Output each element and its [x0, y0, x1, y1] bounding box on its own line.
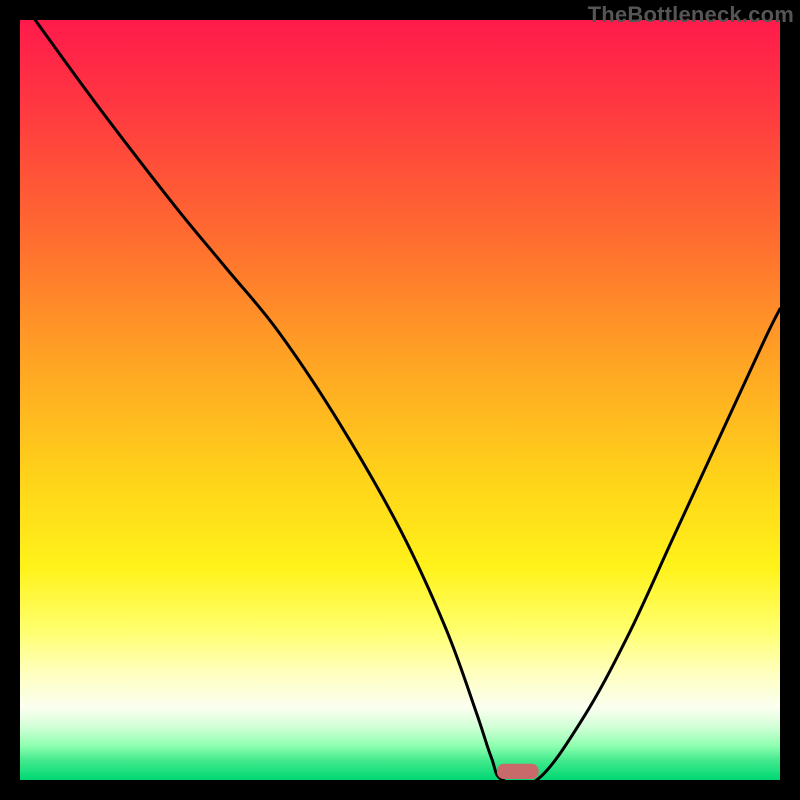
optimal-marker — [497, 764, 539, 779]
chart-frame: TheBottleneck.com — [0, 0, 800, 800]
gradient-background — [20, 20, 780, 780]
bottleneck-chart — [20, 20, 780, 780]
watermark-text: TheBottleneck.com — [588, 2, 794, 28]
